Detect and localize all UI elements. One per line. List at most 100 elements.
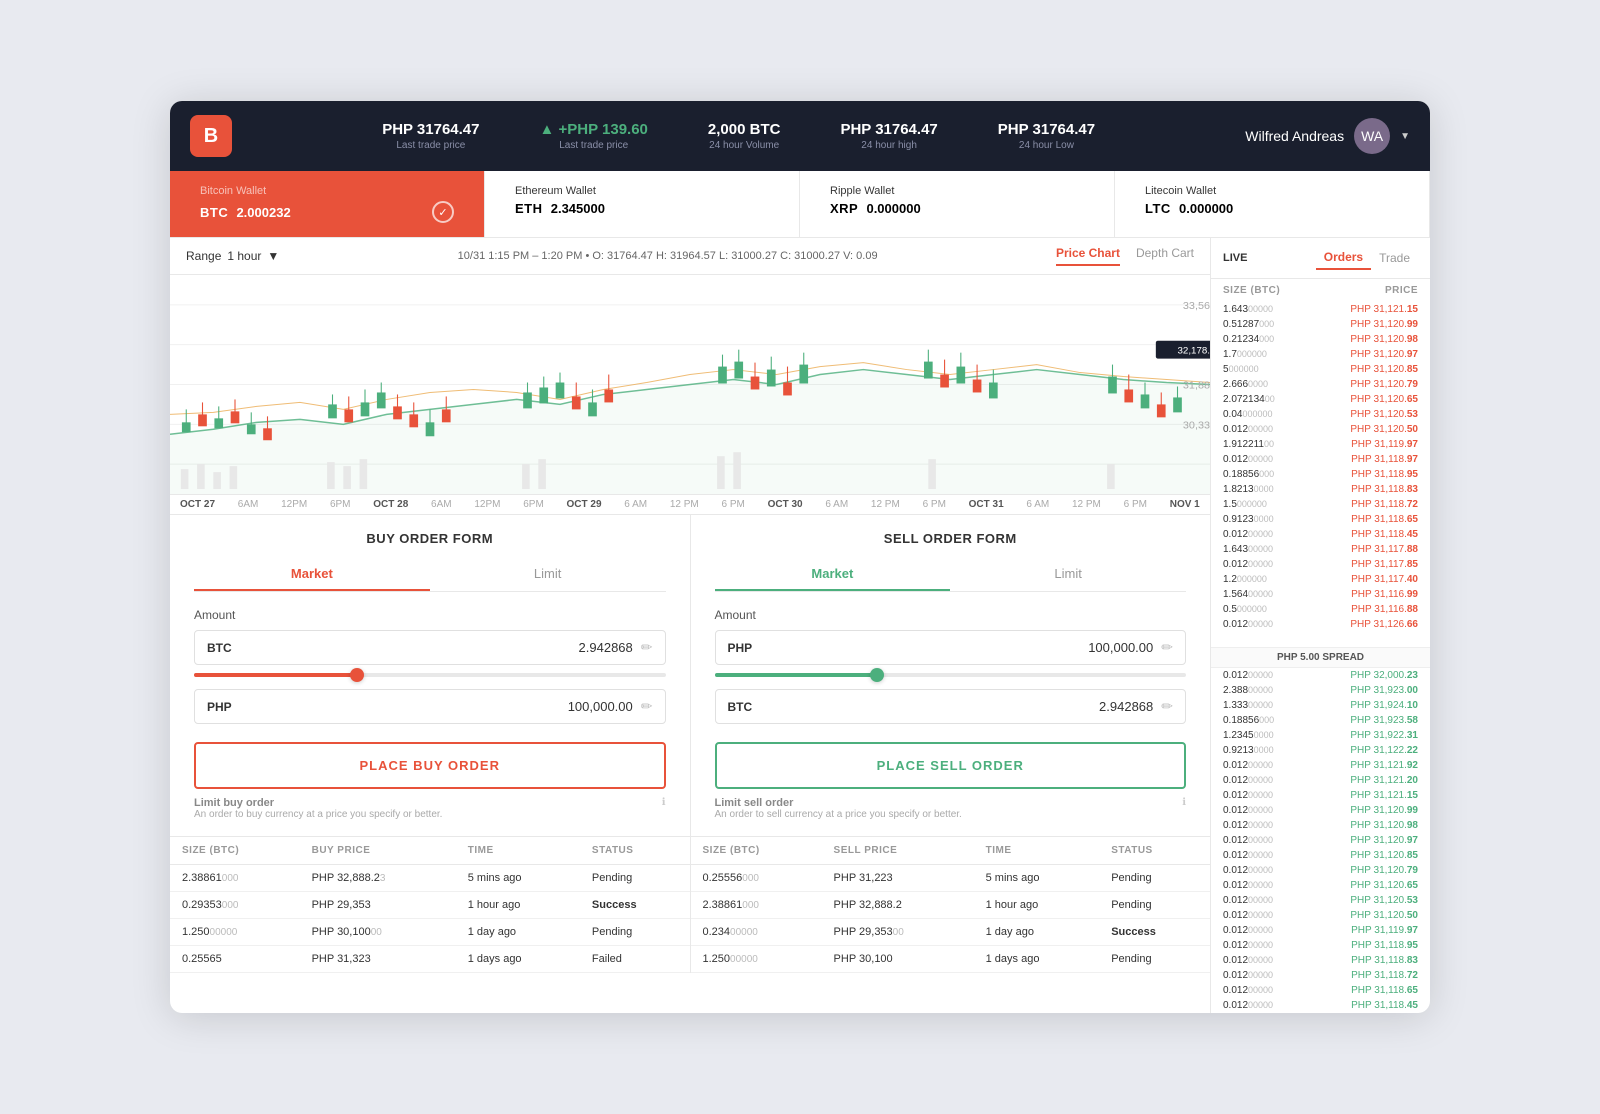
ob-buy-row[interactable]: 1.23450000PHP 31,922.31 — [1211, 728, 1430, 743]
ob-buy-size-9: 0.01200000 — [1223, 805, 1273, 816]
ob-buy-row[interactable]: 0.01200000PHP 31,120.85 — [1211, 848, 1430, 863]
ob-sell-price-17: PHP 31,117.85 — [1351, 559, 1418, 570]
ob-sell-row[interactable]: 2.6660000PHP 31,120.79 — [1211, 377, 1430, 392]
wallet-check-icon: ✓ — [432, 201, 454, 223]
ob-sell-row[interactable]: 0.91230000PHP 31,118.65 — [1211, 512, 1430, 527]
ob-buy-row[interactable]: 0.01200000PHP 31,118.65 — [1211, 983, 1430, 998]
header-stat-2: 2,000 BTC24 hour Volume — [708, 121, 781, 151]
ob-sell-row[interactable]: 1.91221100PHP 31,119.97 — [1211, 437, 1430, 452]
ob-buy-row[interactable]: 0.01200000PHP 31,118.72 — [1211, 968, 1430, 983]
ob-buy-row[interactable]: 0.01200000PHP 31,120.98 — [1211, 818, 1430, 833]
ob-buy-row[interactable]: 0.01200000PHP 31,120.53 — [1211, 893, 1430, 908]
ob-sell-row[interactable]: 1.56400000PHP 31,116.99 — [1211, 587, 1430, 602]
user-dropdown-icon[interactable]: ▼ — [1400, 131, 1410, 142]
sell-btc-input-row[interactable]: BTC 2.942868 ✏ — [715, 689, 1187, 724]
ob-buy-price-1: PHP 31,923.00 — [1350, 685, 1418, 696]
buy-php-currency: PHP — [207, 700, 247, 714]
tab-price-chart[interactable]: Price Chart — [1056, 246, 1120, 266]
buy-php-value[interactable]: 100,000.00 — [247, 699, 633, 714]
ob-sell-row[interactable]: 0.5000000PHP 31,116.88 — [1211, 602, 1430, 617]
wallet-item-xrp[interactable]: Ripple Wallet XRP 0.000000 — [800, 171, 1115, 237]
sell-slider[interactable] — [715, 673, 1187, 679]
buy-tab-market[interactable]: Market — [194, 558, 430, 591]
ob-sell-row[interactable]: 0.18856000PHP 31,118.95 — [1211, 467, 1430, 482]
avatar[interactable]: WA — [1354, 118, 1390, 154]
buy-price-3: PHP 31,323 — [300, 946, 456, 973]
ob-sell-row[interactable]: 0.21234000PHP 31,120.98 — [1211, 332, 1430, 347]
wallet-item-ltc[interactable]: Litecoin Wallet LTC 0.000000 — [1115, 171, 1430, 237]
ob-buy-row[interactable]: 0.01200000PHP 31,118.83 — [1211, 953, 1430, 968]
order-forms: BUY ORDER FORM Market Limit Amount BTC 2… — [170, 515, 1210, 837]
ob-sell-row[interactable]: 0.04000000PHP 31,120.53 — [1211, 407, 1430, 422]
wallet-currency-1: ETH — [515, 201, 551, 216]
sell-tab-limit[interactable]: Limit — [950, 558, 1186, 591]
header-stat-4: PHP 31764.4724 hour Low — [998, 121, 1095, 151]
buy-btc-value[interactable]: 2.942868 — [247, 640, 633, 655]
ob-buy-row[interactable]: 2.38800000PHP 31,923.00 — [1211, 683, 1430, 698]
buy-php-input-row[interactable]: PHP 100,000.00 ✏ — [194, 689, 666, 724]
ob-buy-row[interactable]: 0.01200000PHP 31,120.50 — [1211, 908, 1430, 923]
ob-buy-row[interactable]: 0.92130000PHP 31,122.22 — [1211, 743, 1430, 758]
ob-sell-size-3: 1.7000000 — [1223, 349, 1267, 360]
buy-status-3: Failed — [580, 946, 690, 973]
ob-buy-row[interactable]: 0.01200000PHP 31,121.15 — [1211, 788, 1430, 803]
sell-limit-info: Limit sell order An order to sell curren… — [715, 797, 1187, 820]
ob-buy-row[interactable]: 0.01200000PHP 31,120.97 — [1211, 833, 1430, 848]
buy-btc-edit-icon[interactable]: ✏ — [641, 639, 653, 656]
ob-sell-row[interactable]: 1.5000000PHP 31,118.72 — [1211, 497, 1430, 512]
buy-tab-limit[interactable]: Limit — [430, 558, 666, 591]
ob-buy-row[interactable]: 0.01200000PHP 31,120.79 — [1211, 863, 1430, 878]
ob-sell-row[interactable]: 0.01200000PHP 31,118.45 — [1211, 527, 1430, 542]
stat-label-2: 24 hour Volume — [708, 140, 781, 151]
ob-sell-row[interactable]: 1.2000000PHP 31,117.40 — [1211, 572, 1430, 587]
range-dropdown-icon[interactable]: ▼ — [267, 249, 279, 263]
ob-sell-row[interactable]: 1.64300000PHP 31,121.15 — [1211, 302, 1430, 317]
sell-php-value[interactable]: 100,000.00 — [768, 640, 1154, 655]
ob-sell-row[interactable]: 0.51287000PHP 31,120.99 — [1211, 317, 1430, 332]
ob-sell-row[interactable]: 0.01200000PHP 31,126.66 — [1211, 617, 1430, 632]
sell-btc-value[interactable]: 2.942868 — [768, 699, 1154, 714]
ob-sell-row[interactable]: 1.64300000PHP 31,117.88 — [1211, 542, 1430, 557]
tab-depth-cart[interactable]: Depth Cart — [1136, 246, 1194, 266]
ob-buy-row[interactable]: 0.01200000PHP 31,121.20 — [1211, 773, 1430, 788]
wallet-bar: Bitcoin Wallet BTC 2.000232 ✓ Ethereum W… — [170, 171, 1430, 238]
ob-buy-row[interactable]: 0.01200000PHP 32,000.23 — [1211, 668, 1430, 683]
range-value[interactable]: 1 hour — [227, 249, 261, 263]
ob-sell-row[interactable]: 2.07213400PHP 31,120.65 — [1211, 392, 1430, 407]
sell-php-input-row[interactable]: PHP 100,000.00 ✏ — [715, 630, 1187, 665]
wallet-item-btc[interactable]: Bitcoin Wallet BTC 2.000232 ✓ — [170, 171, 485, 237]
ob-buy-row[interactable]: 0.01200000PHP 31,120.99 — [1211, 803, 1430, 818]
buy-btc-input-row[interactable]: BTC 2.942868 ✏ — [194, 630, 666, 665]
x-label-12pm1: 12PM — [281, 499, 307, 510]
buy-slider[interactable] — [194, 673, 666, 679]
ob-buy-row[interactable]: 0.01200000PHP 31,118.45 — [1211, 998, 1430, 1013]
ob-buy-price-4: PHP 31,922.31 — [1350, 730, 1418, 741]
buy-php-edit-icon[interactable]: ✏ — [641, 698, 653, 715]
ob-sell-price-14: PHP 31,118.65 — [1351, 514, 1418, 525]
place-buy-order-button[interactable]: PLACE BUY ORDER — [194, 742, 666, 789]
ob-sell-row[interactable]: 1.7000000PHP 31,120.97 — [1211, 347, 1430, 362]
ob-sell-row[interactable]: 5000000PHP 31,120.85 — [1211, 362, 1430, 377]
range-selector[interactable]: Range 1 hour ▼ — [186, 249, 279, 263]
ob-buy-row[interactable]: 1.33300000PHP 31,924.10 — [1211, 698, 1430, 713]
ob-sell-row[interactable]: 0.01200000PHP 31,118.97 — [1211, 452, 1430, 467]
ob-buy-row[interactable]: 0.01200000PHP 31,121.92 — [1211, 758, 1430, 773]
sell-btc-edit-icon[interactable]: ✏ — [1161, 698, 1173, 715]
header-user[interactable]: Wilfred Andreas WA ▼ — [1245, 118, 1410, 154]
ob-sell-row[interactable]: 0.01200000PHP 31,120.50 — [1211, 422, 1430, 437]
ob-buy-row[interactable]: 0.01200000PHP 31,120.65 — [1211, 878, 1430, 893]
ob-buy-row[interactable]: 0.01200000PHP 31,119.97 — [1211, 923, 1430, 938]
header-stats: PHP 31764.47Last trade price▲ +PHP 139.6… — [232, 121, 1245, 151]
buy-order-row: 1.25000000 PHP 30,10000 1 day ago Pendin… — [170, 919, 690, 946]
ob-buy-row[interactable]: 0.18856000PHP 31,923.58 — [1211, 713, 1430, 728]
ob-buy-row[interactable]: 0.01200000PHP 31,118.95 — [1211, 938, 1430, 953]
sell-php-edit-icon[interactable]: ✏ — [1161, 639, 1173, 656]
sell-tab-market[interactable]: Market — [715, 558, 951, 591]
chart-tabs: Price Chart Depth Cart — [1056, 246, 1194, 266]
right-tab-trade[interactable]: Trade — [1371, 247, 1418, 269]
place-sell-order-button[interactable]: PLACE SELL ORDER — [715, 742, 1187, 789]
right-tab-orders[interactable]: Orders — [1316, 246, 1371, 270]
wallet-item-eth[interactable]: Ethereum Wallet ETH 2.345000 — [485, 171, 800, 237]
ob-sell-row[interactable]: 0.01200000PHP 31,117.85 — [1211, 557, 1430, 572]
ob-sell-row[interactable]: 1.82130000PHP 31,118.83 — [1211, 482, 1430, 497]
